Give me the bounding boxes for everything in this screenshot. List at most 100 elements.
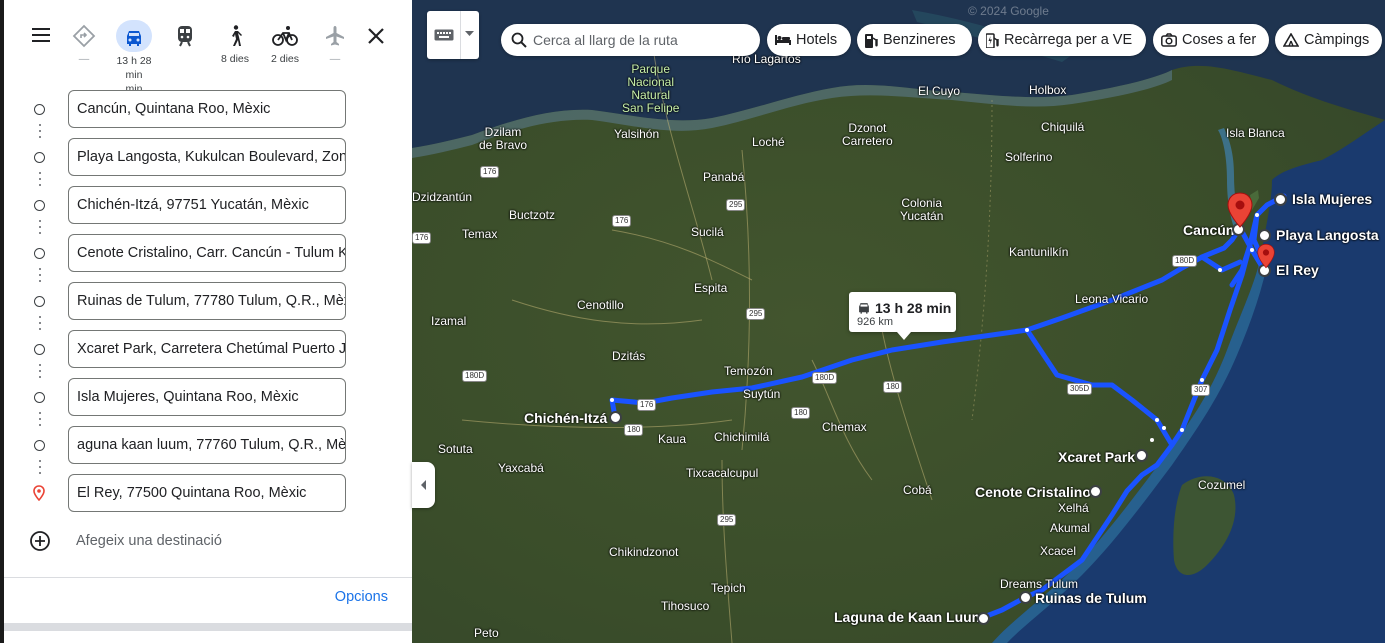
highway-shield: 176 xyxy=(612,215,632,227)
highway-shield: 180D xyxy=(462,370,488,382)
map-label-el-rey[interactable]: El Rey xyxy=(1276,262,1319,278)
car-icon xyxy=(127,31,141,46)
map-label-temax: Temax xyxy=(462,227,498,241)
map-label-holbox: Holbox xyxy=(1029,83,1067,97)
search-along-route[interactable]: Cerca al llarg de la ruta xyxy=(501,24,760,56)
map-label-cozumel: Cozumel xyxy=(1198,478,1246,492)
map-label-kaua: Kaua xyxy=(658,432,687,446)
highway-shield: 295 xyxy=(726,199,746,211)
waypoint-chichen[interactable] xyxy=(609,411,622,424)
chip-label: Hotels xyxy=(796,32,838,48)
options-link[interactable]: Opcions xyxy=(335,589,388,605)
map-label-espita: Espita xyxy=(694,281,728,295)
start-pin-icon[interactable] xyxy=(1227,192,1253,228)
map-label-isla-blanca: Isla Blanca xyxy=(1226,126,1285,140)
highway-shield: 176 xyxy=(412,232,432,244)
mode-flight-label: — xyxy=(329,53,341,65)
map-label-tulum[interactable]: Ruinas de Tulum xyxy=(1035,590,1147,606)
map-label-chemax: Chemax xyxy=(822,420,867,434)
map-copyright: © 2024 Google xyxy=(968,4,1049,18)
highway-shield: 180D xyxy=(1172,255,1198,267)
scroll-track xyxy=(4,623,412,631)
map-label-coba: Cobá xyxy=(903,483,932,497)
map-label-isla-mujeres[interactable]: Isla Mujeres xyxy=(1292,191,1372,207)
stop-input[interactable]: Xcaret Park, Carretera Chetúmal Puerto J… xyxy=(68,330,346,368)
route-eta-callout[interactable]: 13 h 28 min 926 km xyxy=(849,292,956,340)
stop-row: Ruinas de Tulum, 77780 Tulum, Q.R., Mèxi… xyxy=(4,282,412,322)
destination-pin-icon[interactable] xyxy=(1257,243,1275,269)
mode-flight-button[interactable]: — xyxy=(313,20,357,80)
stop-row: aguna kaan luum, 77760 Tulum, Q.R., Mèxi… xyxy=(4,426,412,466)
highway-shield: 180 xyxy=(883,381,903,393)
add-circle-icon xyxy=(30,531,50,551)
travel-mode-bar: — 13 h 28 min min 8 dies 2 dies — xyxy=(4,0,412,95)
stop-input[interactable]: Ruinas de Tulum, 77780 Tulum, Q.R., Mèxi… xyxy=(68,282,346,320)
bicycle-icon xyxy=(272,26,298,46)
menu-button[interactable] xyxy=(30,24,52,46)
map-label-parque: Parque Nacional Natural San Felipe xyxy=(622,62,680,115)
map-label-xcaret[interactable]: Xcaret Park xyxy=(1058,449,1135,465)
mode-cycling-button[interactable]: 2 dies xyxy=(263,20,307,80)
chip-label: Càmpings xyxy=(1304,32,1370,48)
map-label-leona-vicario: Leona Vicario xyxy=(1075,292,1149,306)
stop-input[interactable]: Isla Mujeres, Quintana Roo, Mèxic xyxy=(68,378,346,416)
map-label-temozon: Temozón xyxy=(724,364,773,378)
waypoint-cenote[interactable] xyxy=(1089,485,1102,498)
stop-circle-icon xyxy=(34,392,45,403)
map-label-cenote[interactable]: Cenote Cristalino xyxy=(975,484,1091,500)
stop-input[interactable]: Chichén-Itzá, 97751 Yucatán, Mèxic xyxy=(68,186,346,224)
stop-circle-icon xyxy=(34,248,45,259)
chip-label: Coses a fer xyxy=(1182,32,1257,48)
mode-driving-button[interactable]: 13 h 28 min min xyxy=(112,20,156,95)
map-label-sotuta: Sotuta xyxy=(438,442,473,456)
divider xyxy=(4,577,412,578)
chip-campgrounds[interactable]: Càmpings xyxy=(1275,24,1382,56)
stop-input[interactable]: El Rey, 77500 Quintana Roo, Mèxic xyxy=(68,474,346,512)
map-label-yalsihon: Yalsihón xyxy=(614,127,660,141)
airplane-icon xyxy=(326,26,344,46)
mode-transit-button[interactable] xyxy=(163,20,207,80)
waypoint-tulum[interactable] xyxy=(1019,591,1032,604)
map-label-tixcacalcupul: Tixcacalcupul xyxy=(686,466,759,480)
mode-walking-button[interactable]: 8 dies xyxy=(213,20,257,80)
chip-ev-charging[interactable]: Recàrrega per a VE xyxy=(978,24,1146,56)
close-directions-button[interactable] xyxy=(364,24,388,48)
highway-shield: 295 xyxy=(717,514,737,526)
map-label-el-cuyo: El Cuyo xyxy=(918,84,961,98)
directions-diamond-icon xyxy=(72,24,96,48)
stop-input[interactable]: Cenote Cristalino, Carr. Cancún - Tulum … xyxy=(68,234,346,272)
input-tools-button[interactable] xyxy=(427,11,479,59)
walking-icon xyxy=(232,25,242,46)
highway-shield: 295 xyxy=(746,308,766,320)
map-label-laguna[interactable]: Laguna de Kaan Luum xyxy=(834,609,984,625)
chip-things-to-do[interactable]: Coses a fer xyxy=(1153,24,1269,56)
stop-row: Chichén-Itzá, 97751 Yucatán, Mèxic xyxy=(4,186,412,226)
chip-hotels[interactable]: Hotels xyxy=(767,24,851,56)
waypoint-xcaret[interactable] xyxy=(1135,449,1148,462)
stop-input[interactable]: aguna kaan luum, 77760 Tulum, Q.R., Mèxi… xyxy=(68,426,346,464)
stop-circle-icon xyxy=(34,296,45,307)
stop-input[interactable]: Cancún, Quintana Roo, Mèxic xyxy=(68,90,346,128)
stop-row: Playa Langosta, Kukulcan Boulevard, Zona xyxy=(4,138,412,178)
map-label-sucila: Sucilá xyxy=(691,225,724,239)
waypoint-playa-langosta[interactable] xyxy=(1258,229,1271,242)
waypoint-laguna[interactable] xyxy=(977,612,990,625)
map-label-chichen[interactable]: Chichén-Itzá xyxy=(524,410,607,426)
add-destination-button[interactable]: Afegeix una destinació xyxy=(4,526,412,556)
add-destination-label: Afegeix una destinació xyxy=(76,533,222,549)
map-label-suytun: Suytún xyxy=(743,387,781,401)
collapse-panel-button[interactable] xyxy=(412,462,435,508)
stop-row: Cancún, Quintana Roo, Mèxic xyxy=(4,90,412,130)
mode-best-button[interactable]: — xyxy=(62,20,106,80)
highway-shield: 180 xyxy=(624,424,644,436)
car-icon xyxy=(859,303,869,314)
map-label-yaxcaba: Yaxcabá xyxy=(498,461,544,475)
chip-gas-stations[interactable]: Benzineres xyxy=(857,24,972,56)
map-label-xelha: Xelhá xyxy=(1058,501,1089,515)
map-label-akumal: Akumal xyxy=(1050,521,1091,535)
stop-input[interactable]: Playa Langosta, Kukulcan Boulevard, Zona xyxy=(68,138,346,176)
map-label-playa-langosta[interactable]: Playa Langosta xyxy=(1276,227,1379,243)
map-label-xcacel: Xcacel xyxy=(1040,544,1077,558)
map-label-dzilam: Dzilam de Bravo xyxy=(479,125,528,152)
waypoint-isla-mujeres[interactable] xyxy=(1274,193,1287,206)
